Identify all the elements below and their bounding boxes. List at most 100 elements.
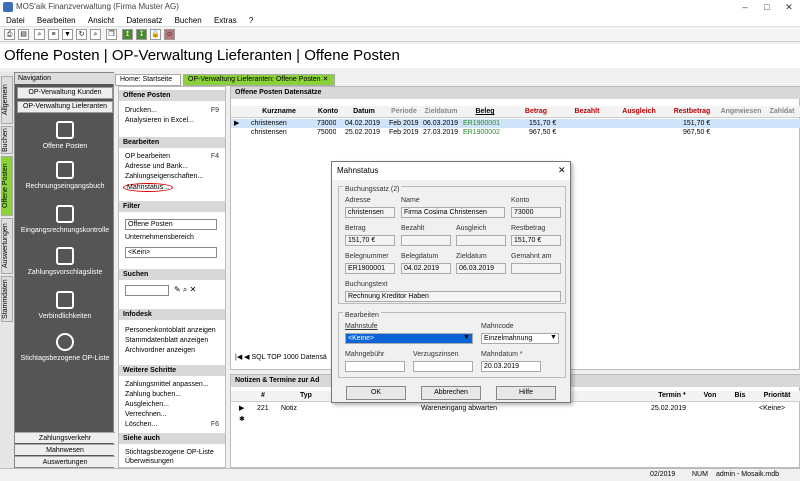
action-ausgleichen[interactable]: Ausgleichen... [125, 401, 169, 408]
section-suchen[interactable]: Suchen [119, 269, 225, 280]
search-tools-icon[interactable]: ✎ ⌕ ✕ [174, 285, 196, 295]
section-bearbeiten[interactable]: Bearbeiten [119, 137, 225, 148]
user-icon[interactable]: ☺ [164, 29, 175, 40]
col-kurzname[interactable]: Kurzname [243, 108, 315, 118]
nav-item-zahlungsvorschlagsliste[interactable]: Zahlungsvorschlagsliste [15, 247, 115, 276]
action-drucken[interactable]: Drucken... [125, 107, 157, 114]
unternehmensbereich-select[interactable]: <Kein> [125, 247, 217, 258]
action-loeschen[interactable]: Löschen... [125, 421, 157, 428]
mahncode-select[interactable]: Einzelmahnung [481, 333, 559, 344]
col-zahldat[interactable]: Zahldat [765, 108, 799, 118]
vtab-auswertungen[interactable]: Auswertungen [1, 218, 13, 274]
col-von[interactable]: Von [695, 392, 725, 402]
col-termin[interactable]: Termin * [649, 392, 695, 402]
import-icon[interactable]: ↧ [136, 29, 147, 40]
filter-icon[interactable]: ▼ [62, 29, 73, 40]
menu-buchen[interactable]: Buchen [175, 16, 202, 25]
action-excel[interactable]: Analysieren in Excel... [125, 117, 194, 124]
nav-item-stichtag[interactable]: Stichtagsbezogene OP-Liste [15, 333, 115, 362]
col-beleg[interactable]: Beleg [461, 108, 509, 118]
close-button[interactable]: ✕ [778, 0, 800, 14]
nav-op-kunden[interactable]: OP-Verwaltung Kunden [17, 87, 113, 99]
field-mahngebuehr[interactable] [345, 361, 405, 372]
nav-item-verbindlichkeiten[interactable]: Verbindlichkeiten [15, 291, 115, 320]
notes-row[interactable]: ▶ 221 Notiz Wareneingang abwarten 25.02.… [231, 404, 800, 413]
col-bezahlt[interactable]: Bezahlt [563, 108, 611, 118]
close-icon[interactable]: ✕ [323, 76, 329, 83]
action-verrechnen[interactable]: Verrechnen... [125, 411, 167, 418]
table-row[interactable]: ▶ christensen 73000 04.02.2019 Feb 2019 … [231, 119, 800, 128]
col-konto[interactable]: Konto [315, 108, 341, 118]
mahnstufe-select[interactable]: <Keine> [345, 333, 473, 344]
col-nr[interactable]: # [255, 392, 271, 402]
vtab-offene-posten[interactable]: Offene Posten [1, 156, 13, 216]
vtab-allgemein[interactable]: Allgemein [1, 76, 13, 124]
tab-home[interactable]: Home: Startseite [115, 74, 181, 86]
new-row-marker[interactable]: ✱ [239, 415, 245, 424]
action-zahlung-buchen[interactable]: Zahlung buchen... [125, 391, 181, 398]
refresh-icon[interactable]: ↻ [76, 29, 87, 40]
nav-zahlungsverkehr[interactable]: Zahlungsverkehr [15, 432, 115, 443]
action-stammdatenblatt[interactable]: Stammdatenblatt anzeigen [125, 337, 208, 344]
menu-ansicht[interactable]: Ansicht [88, 16, 114, 25]
section-filter[interactable]: Filter [119, 201, 225, 212]
col-prioritaet[interactable]: Priorität [755, 392, 799, 402]
section-infodesk[interactable]: Infodesk [119, 309, 225, 320]
nav-item-rechnungseingangsbuch[interactable]: Rechnungseingangsbuch [15, 161, 115, 190]
col-bis[interactable]: Bis [725, 392, 755, 402]
action-stichtag-op[interactable]: Stichtagsbezogene OP-Liste [125, 449, 214, 456]
vtab-stammdaten[interactable]: Stammdaten [1, 276, 13, 322]
tab-op-lieferanten[interactable]: OP-Verwaltung Lieferanten: Offene Posten… [183, 74, 335, 86]
nav-mahnwesen[interactable]: Mahnwesen [15, 444, 115, 455]
action-archivordner[interactable]: Archivordner anzeigen [125, 347, 195, 354]
find-icon[interactable]: ⌕ [90, 29, 101, 40]
action-ueberweisungen[interactable]: Überweisungen [125, 458, 174, 465]
vtab-buchen[interactable]: Buchen [1, 126, 13, 154]
export-icon[interactable]: ↥ [122, 29, 133, 40]
col-restbetrag[interactable]: Restbetrag [667, 108, 717, 118]
field-mahndatum[interactable]: 20.03.2019 [481, 361, 541, 372]
help-button[interactable]: Hilfe [496, 386, 556, 400]
filter-select[interactable]: Offene Posten [125, 219, 217, 230]
nav-auswertungen[interactable]: Auswertungen [15, 456, 115, 467]
action-adresse-bank[interactable]: Adresse und Bank... [125, 163, 188, 170]
field-verzugszinsen[interactable] [413, 361, 473, 372]
col-typ[interactable]: Typ [291, 392, 321, 402]
menu-help[interactable]: ? [249, 16, 253, 25]
section-offene-posten[interactable]: Offene Posten [119, 90, 225, 101]
ok-button[interactable]: OK [346, 386, 406, 400]
nav-op-lieferanten[interactable]: OP-Verwaltung Lieferanten [17, 101, 113, 113]
chevron-down-icon[interactable]: ▼ [550, 334, 557, 341]
menu-datei[interactable]: Datei [6, 16, 25, 25]
chevron-down-icon[interactable]: ▼ [463, 334, 470, 341]
table-row[interactable]: christensen 75000 25.02.2019 Feb 2019 27… [231, 128, 800, 137]
preview-icon[interactable]: ▤ [18, 29, 29, 40]
nav-item-eingangsrechnungskontrolle[interactable]: Eingangsrechnungskontrolle [15, 205, 115, 234]
menu-bearbeiten[interactable]: Bearbeiten [37, 16, 76, 25]
col-ausgleich[interactable]: Ausgleich [611, 108, 667, 118]
properties-icon[interactable]: ≡ [48, 29, 59, 40]
action-zahlungseigenschaften[interactable]: Zahlungseigenschaften... [125, 173, 203, 180]
nav-item-offene-posten[interactable]: Offene Posten [15, 121, 115, 150]
action-op-bearbeiten[interactable]: OP bearbeiten [125, 153, 170, 160]
action-personenkontoblatt[interactable]: Personenkontoblatt anzeigen [125, 327, 216, 334]
menu-datensatz[interactable]: Datensatz [126, 16, 162, 25]
action-zahlungsmittel[interactable]: Zahlungsmittel anpassen... [125, 381, 209, 388]
lock-icon[interactable]: 🔒 [150, 29, 161, 40]
col-zieldatum[interactable]: Zieldatum [421, 108, 461, 118]
copy-icon[interactable]: ❐ [106, 29, 117, 40]
print-icon[interactable]: ⎙ [4, 29, 15, 40]
cancel-button[interactable]: Abbrechen [421, 386, 481, 400]
grid-navigator[interactable]: |◀ ◀ SQL TOP 1000 Datensä [235, 353, 335, 364]
search-icon[interactable]: ⌕ [34, 29, 45, 40]
search-input[interactable] [125, 285, 169, 296]
action-mahnstatus[interactable]: Mahnstatus... [123, 183, 174, 192]
menu-extras[interactable]: Extras [214, 16, 237, 25]
col-periode[interactable]: Periode [387, 108, 421, 118]
col-angewiesen[interactable]: Angewiesen [717, 108, 765, 118]
minimize-button[interactable]: – [734, 0, 756, 14]
maximize-button[interactable]: □ [756, 0, 778, 14]
dialog-close-icon[interactable]: ✕ [558, 165, 566, 176]
col-betrag[interactable]: Betrag [509, 108, 563, 118]
section-siehe-auch[interactable]: Siehe auch [119, 433, 225, 444]
